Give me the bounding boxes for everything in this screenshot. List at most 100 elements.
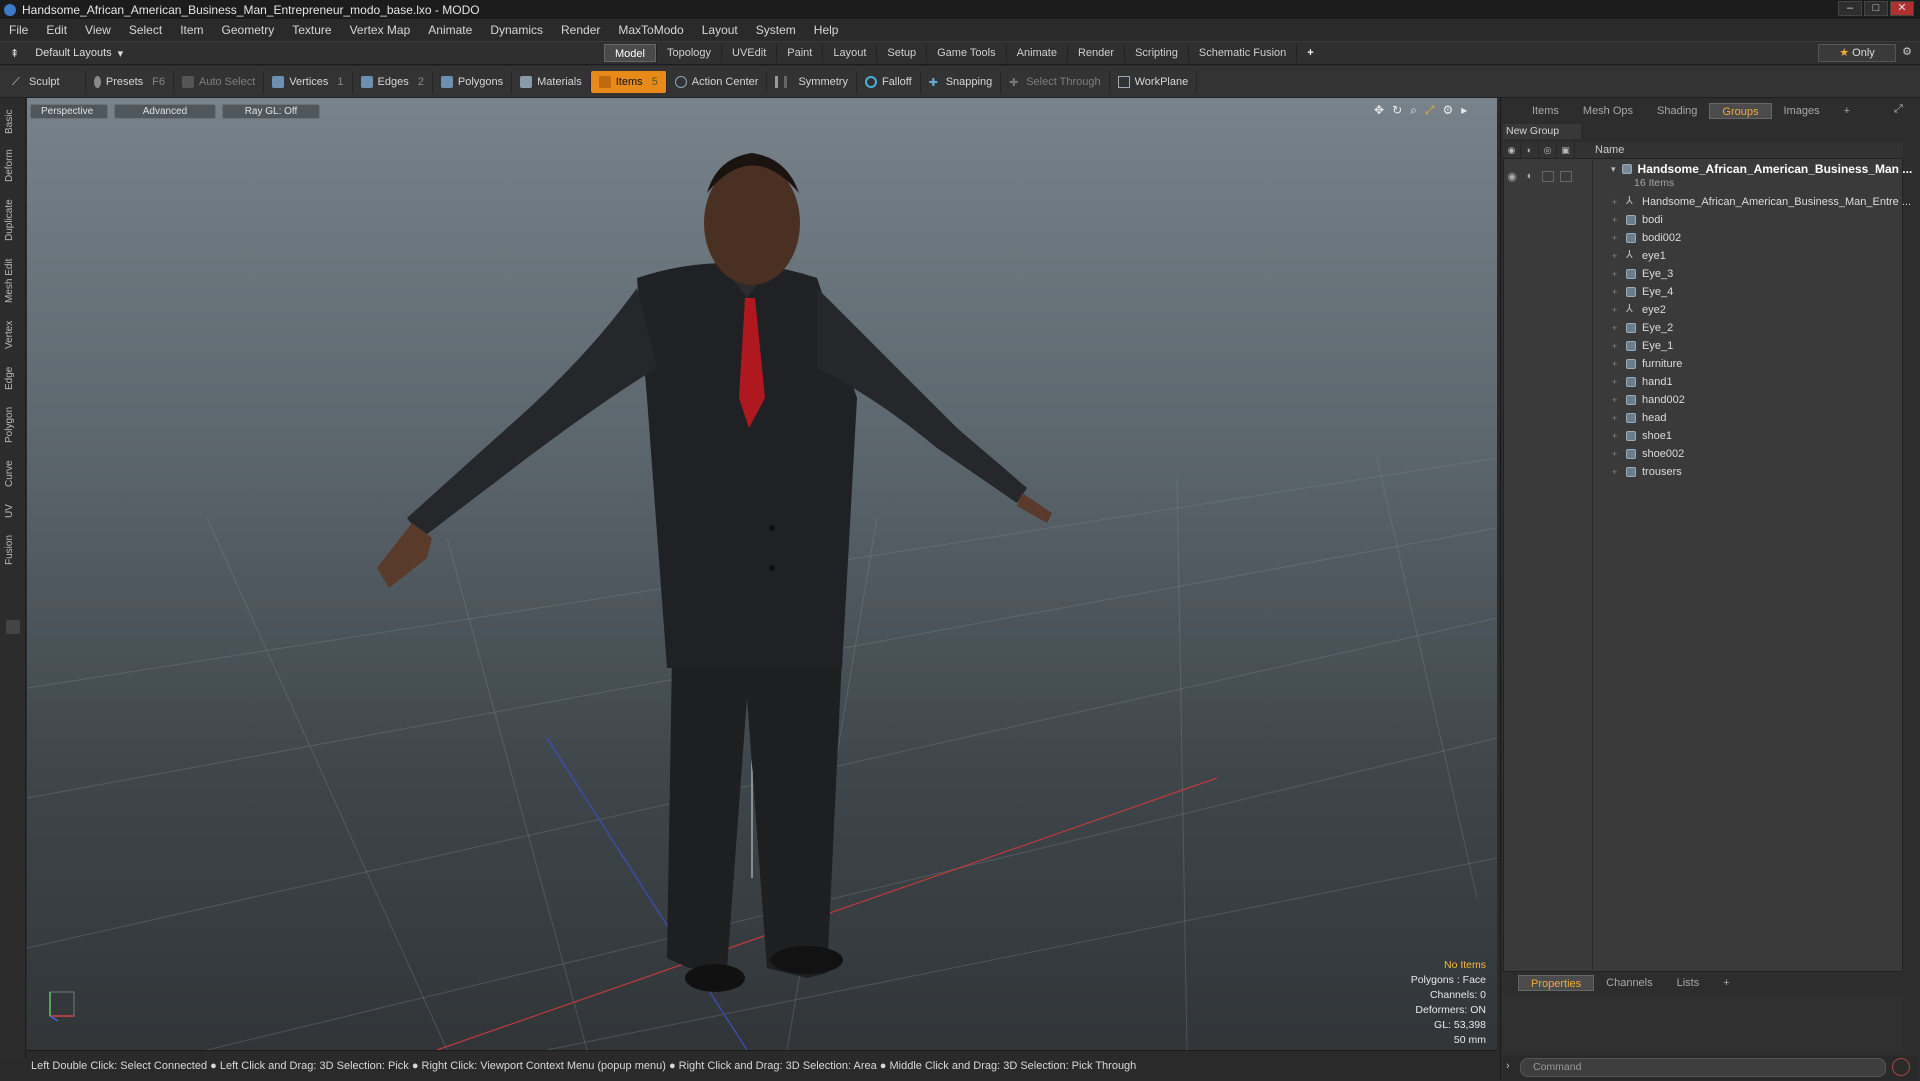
list-item[interactable]: + Eye_4 <box>1612 283 1673 301</box>
list-item[interactable]: + bodi002 <box>1612 229 1681 247</box>
add-properties-tab-button[interactable]: + <box>1711 975 1741 991</box>
expand-icon[interactable]: + <box>1612 431 1620 441</box>
expand-icon[interactable]: + <box>1612 467 1620 477</box>
list-item[interactable]: + trousers <box>1612 463 1682 481</box>
items-button[interactable]: Items 5 <box>590 70 667 93</box>
menu-select[interactable]: Select <box>120 23 171 37</box>
layout-selector[interactable]: ⇞ Default Layouts ▾ <box>10 46 123 60</box>
tab-render[interactable]: Render <box>1066 44 1124 62</box>
action-center-button[interactable]: Action Center <box>667 70 768 93</box>
ray-gl-button[interactable]: Ray GL: Off <box>222 104 320 119</box>
menu-animate[interactable]: Animate <box>419 23 481 37</box>
auto-select-button[interactable]: Auto Select <box>174 70 265 93</box>
list-item[interactable]: + bodi <box>1612 211 1663 229</box>
tab-uvedit[interactable]: UVEdit <box>721 44 776 62</box>
menu-maxtomodo[interactable]: MaxToModo <box>609 23 692 37</box>
expand-icon[interactable]: + <box>1612 305 1620 315</box>
expand-icon[interactable]: + <box>1612 413 1620 423</box>
tab-duplicate[interactable]: Duplicate <box>4 194 22 246</box>
edges-button[interactable]: Edges 2 <box>353 70 433 93</box>
eye-icon[interactable]: ◉ <box>1503 141 1521 159</box>
expand-icon[interactable]: + <box>1612 323 1620 333</box>
tab-paint[interactable]: Paint <box>776 44 822 62</box>
expand-icon[interactable]: + <box>1612 233 1620 243</box>
expand-icon[interactable]: + <box>1612 359 1620 369</box>
collapse-arrow-icon[interactable]: ▾ <box>1611 164 1616 175</box>
tab-topology[interactable]: Topology <box>655 44 721 62</box>
command-input[interactable]: Command <box>1520 1058 1886 1077</box>
tab-vertex[interactable]: Vertex <box>4 316 22 354</box>
menu-item[interactable]: Item <box>171 23 212 37</box>
tab-fusion[interactable]: Fusion <box>4 530 22 570</box>
menu-dynamics[interactable]: Dynamics <box>481 23 552 37</box>
list-item[interactable]: + Eye_3 <box>1612 265 1673 283</box>
command-clear-icon[interactable] <box>1892 1058 1910 1076</box>
zoom-icon[interactable]: ⌕ <box>1410 103 1417 118</box>
pan-icon[interactable]: ✥ <box>1374 103 1384 118</box>
gear-icon[interactable]: ⚙ <box>1896 44 1918 62</box>
select-icon[interactable]: ▣ <box>1557 141 1575 159</box>
sculpt-button[interactable]: ⟋ Sculpt <box>4 70 86 93</box>
expand-icon[interactable]: + <box>1612 377 1620 387</box>
tab-layout[interactable]: Layout <box>822 44 876 62</box>
list-item[interactable]: + furniture <box>1612 355 1682 373</box>
snapping-button[interactable]: ✚ Snapping <box>921 70 1002 93</box>
falloff-button[interactable]: Falloff <box>857 70 921 93</box>
tab-channels[interactable]: Channels <box>1594 975 1664 991</box>
tab-mesh-edit[interactable]: Mesh Edit <box>4 254 22 308</box>
symmetry-button[interactable]: Symmetry <box>767 70 857 93</box>
list-item[interactable]: + ⅄ eye1 <box>1612 247 1666 265</box>
menu-vertex-map[interactable]: Vertex Map <box>341 23 420 37</box>
menu-system[interactable]: System <box>747 23 805 37</box>
perspective-button[interactable]: Perspective <box>30 104 108 119</box>
tab-game-tools[interactable]: Game Tools <box>926 44 1006 62</box>
expand-icon[interactable]: + <box>1612 251 1620 261</box>
root-select-icon[interactable] <box>1560 171 1572 182</box>
tab-shading[interactable]: Shading <box>1645 103 1709 119</box>
add-tab-button[interactable]: + <box>1296 44 1323 62</box>
menu-edit[interactable]: Edit <box>37 23 76 37</box>
tab-model[interactable]: Model <box>604 44 656 62</box>
list-item[interactable]: + shoe002 <box>1612 445 1684 463</box>
root-lock-icon[interactable]: ◐ <box>1521 170 1539 184</box>
expand-icon[interactable]: + <box>1612 341 1620 351</box>
minimize-button[interactable]: – <box>1838 1 1862 16</box>
lock-icon[interactable]: ◐ <box>1521 141 1539 159</box>
new-group-button[interactable]: New Group <box>1503 124 1581 139</box>
name-column-header[interactable]: Name <box>1595 144 1624 156</box>
list-item[interactable]: + ⅄ Handsome_African_American_Business_Man… <box>1612 193 1911 211</box>
list-item[interactable]: + hand002 <box>1612 391 1685 409</box>
tab-setup[interactable]: Setup <box>876 44 926 62</box>
expand-panel-icon[interactable]: ⤢ <box>1894 103 1903 116</box>
tab-items[interactable]: Items <box>1520 103 1571 119</box>
viewport-menu-arrow-icon[interactable]: ▸ <box>1461 103 1467 118</box>
add-panel-tab-button[interactable]: + <box>1832 103 1862 119</box>
tab-groups[interactable]: Groups <box>1709 103 1772 119</box>
select-through-button[interactable]: ✚ Select Through <box>1001 70 1110 93</box>
advanced-button[interactable]: Advanced <box>114 104 216 119</box>
panel-toggle-button[interactable] <box>6 620 20 634</box>
tab-schematic-fusion[interactable]: Schematic Fusion <box>1187 44 1296 62</box>
tab-properties[interactable]: Properties <box>1518 975 1595 991</box>
3d-viewport[interactable] <box>27 98 1497 1050</box>
rotate-icon[interactable]: ↻ <box>1392 103 1402 118</box>
polygons-button[interactable]: Polygons <box>433 70 513 93</box>
menu-help[interactable]: Help <box>805 23 848 37</box>
render-icon[interactable]: ◎ <box>1539 141 1557 159</box>
root-eye-icon[interactable]: ◉ <box>1503 170 1521 184</box>
tab-mesh-ops[interactable]: Mesh Ops <box>1571 103 1645 119</box>
viewport-gear-icon[interactable]: ⚙ <box>1442 103 1453 118</box>
menu-view[interactable]: View <box>76 23 120 37</box>
command-arrow-icon[interactable]: › <box>1506 1060 1510 1072</box>
tab-lists[interactable]: Lists <box>1665 975 1712 991</box>
vertices-button[interactable]: Vertices 1 <box>264 70 353 93</box>
tab-scripting[interactable]: Scripting <box>1124 44 1188 62</box>
list-item[interactable]: + shoe1 <box>1612 427 1672 445</box>
workplane-button[interactable]: WorkPlane <box>1110 70 1198 93</box>
tab-animate[interactable]: Animate <box>1005 44 1067 62</box>
expand-icon[interactable]: + <box>1612 287 1620 297</box>
expand-icon[interactable]: + <box>1612 395 1620 405</box>
list-item[interactable]: + Eye_1 <box>1612 337 1673 355</box>
menu-file[interactable]: File <box>0 23 37 37</box>
expand-icon[interactable]: + <box>1612 197 1620 207</box>
